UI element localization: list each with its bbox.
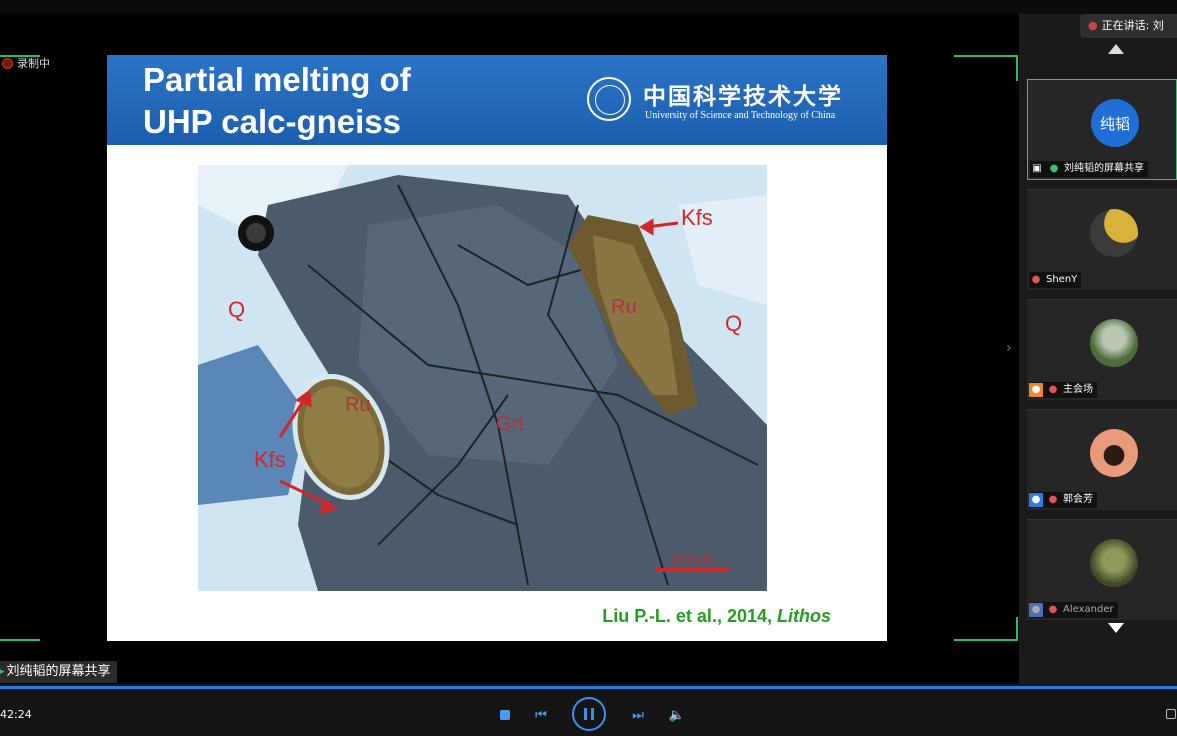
playback-time: 42:24 [0,708,32,721]
scale-bar-label: 100 μm [670,551,714,566]
label-q-left: Q [228,297,245,322]
recording-label: 录制中 [17,57,50,70]
user-icon: ● [1029,603,1043,617]
pause-bar-left [584,708,587,720]
next-icon[interactable]: ⏭ [630,706,646,724]
participant-name-bar: ● ShenY [1029,272,1082,288]
mic-off-icon: ● [1031,274,1041,285]
participant-tile-screen-share[interactable]: 纯韬 ▣ ● 刘纯韬的屏幕共享 [1027,79,1177,180]
university-name-cn: 中国科学技术大学 [643,83,843,110]
share-screen-icon: ▣ [1032,163,1042,174]
pip-icon[interactable] [1166,709,1176,719]
participant-tile-sheny[interactable]: ● ShenY [1027,189,1177,290]
citation-journal: Lithos [777,606,831,626]
prev-icon[interactable]: ⏮ [533,706,549,724]
university-name-en: University of Science and Technology of … [645,110,836,121]
focus-corner-bottom-right [954,617,1018,641]
scroll-down-icon[interactable] [1108,623,1124,633]
participant-tile-guo[interactable]: ● ● 郭会芳 [1027,409,1177,510]
mic-on-icon: ● [1049,163,1059,174]
stop-icon[interactable] [499,706,511,724]
participant-name-bar: ▣ ● 刘纯韬的屏幕共享 [1030,161,1148,177]
chevron-right-icon[interactable]: › [1006,340,1012,356]
speaking-text: 正在讲话: 刘 [1101,19,1164,32]
avatar [1090,319,1138,367]
label-kfs-left: Kfs [254,447,286,472]
slide-title-line-1: Partial melting of [143,61,411,98]
participant-name-bar: ● ● Alexander [1029,602,1118,618]
focus-corner-top-left [0,55,40,57]
participant-name-bar: ● ● 主会场 [1029,382,1097,398]
pause-button[interactable] [572,697,606,731]
screen-share-label: 刘纯韬的屏幕共享 [6,664,111,679]
scroll-up-icon[interactable] [1108,44,1124,54]
participant-tile-alexander[interactable]: ● ● Alexander [1027,519,1177,620]
recording-indicator: 录制中 [0,55,50,71]
share-caret-icon: ▸ [0,667,5,677]
micrograph-image: Kfs Kfs Q Q Ru Ru Grt 100 μm [198,165,767,591]
participant-name: Alexander [1063,604,1114,615]
presentation-slide: Partial melting of UHP calc-gneiss 中国科学技… [107,55,887,641]
playback-progress[interactable] [0,686,1177,689]
user-icon: ● [1029,493,1043,507]
recording-dot-icon [2,57,13,69]
mic-off-icon: ● [1048,494,1058,505]
pause-bar-right [591,708,594,720]
window-top-bar [0,0,1177,15]
screen-share-tag: ▸ 刘纯韬的屏幕共享 [0,661,117,683]
citation: Liu P.-L. et al., 2014, Lithos [602,606,831,627]
avatar [1090,539,1138,587]
participant-tile-main-venue[interactable]: ● ● 主会场 [1027,299,1177,400]
participant-name-bar: ● ● 郭会芳 [1029,492,1097,508]
label-q-right: Q [725,311,742,336]
participant-name: 郭会芳 [1063,494,1093,505]
label-grt: Grt [496,413,524,435]
participant-name: ShenY [1046,274,1078,285]
slide-title: Partial melting of UHP calc-gneiss [143,59,411,143]
avatar-text: 纯韬 [1099,114,1130,133]
user-icon: ● [1029,383,1043,397]
mic-off-icon: ● [1048,384,1058,395]
volume-icon[interactable]: 🔈 [668,706,686,724]
avatar [1090,429,1138,477]
label-ru-right: Ru [611,296,637,318]
label-kfs-top: Kfs [681,205,713,230]
citation-authors: Liu P.-L. et al., 2014, [602,606,777,626]
participant-name: 刘纯韬的屏幕共享 [1064,163,1144,174]
mic-off-icon: ● [1048,604,1058,615]
avatar [1090,209,1138,257]
label-ru-left: Ru [345,394,371,416]
speaking-indicator: ● 正在讲话: 刘 [1080,14,1177,38]
focus-corner-bottom-left [0,617,40,641]
slide-header-band: Partial melting of UHP calc-gneiss 中国科学技… [107,55,887,145]
university-seal-icon [587,77,631,121]
mic-off-icon: ● [1088,19,1098,32]
slide-title-line-2: UHP calc-gneiss [143,103,402,140]
avatar: 纯韬 [1091,99,1139,147]
focus-corner-top-right [954,55,1018,81]
participant-name: 主会场 [1063,384,1093,395]
